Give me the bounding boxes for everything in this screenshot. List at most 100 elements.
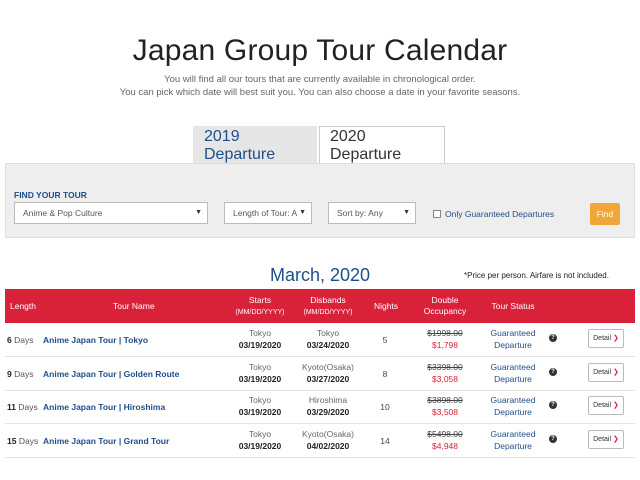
start-date: 03/19/2020 bbox=[238, 340, 282, 350]
sort-select-value: Sort by: Any bbox=[337, 208, 383, 218]
column-nights: Nights bbox=[373, 301, 399, 311]
detail-button[interactable]: Detail ❯ bbox=[588, 329, 624, 348]
start-city: Tokyo bbox=[248, 395, 272, 405]
tour-name-link[interactable]: Anime Japan Tour | Grand Tour bbox=[43, 435, 169, 447]
status-line1: Guaranteed bbox=[490, 328, 536, 338]
category-select-value: Anime & Pop Culture bbox=[23, 208, 103, 218]
chevron-down-icon: ▼ bbox=[403, 209, 410, 216]
intro-text: You will find all our tours that are cur… bbox=[0, 73, 640, 99]
status-line2: Departure bbox=[494, 440, 532, 451]
tour-length-days: 6 bbox=[7, 335, 12, 345]
tour-length: 6 Days bbox=[7, 334, 33, 346]
tour-disband: Hiroshima 03/29/2020 bbox=[295, 394, 361, 418]
tour-length: 15 Days bbox=[7, 435, 38, 447]
sale-price: $3,508 bbox=[432, 407, 458, 417]
tour-disband: Tokyo 03/24/2020 bbox=[295, 327, 361, 351]
tab-2019-departure[interactable]: 2019 Departure bbox=[193, 126, 317, 164]
detail-button[interactable]: Detail ❯ bbox=[588, 362, 624, 382]
column-length: Length bbox=[10, 301, 36, 311]
tour-finder: FIND YOUR TOUR Anime & Pop Culture ▼ Len… bbox=[5, 163, 635, 238]
tour-start: Tokyo 03/19/2020 bbox=[228, 394, 292, 418]
question-icon[interactable]: ? bbox=[549, 434, 557, 443]
guaranteed-checkbox[interactable] bbox=[433, 210, 441, 218]
tour-price: $3898.00 $3,508 bbox=[420, 394, 470, 418]
start-date: 03/19/2020 bbox=[238, 407, 282, 417]
tour-length-unit: Days bbox=[14, 335, 34, 345]
tour-length-unit: Days bbox=[14, 368, 34, 379]
chevron-right-icon: ❯ bbox=[612, 402, 619, 409]
column-starts: Starts (MM/DD/YYYY) bbox=[228, 295, 292, 318]
old-price: $1998.00 bbox=[427, 328, 463, 338]
status-line2: Departure bbox=[494, 373, 532, 384]
column-disbands: Disbands (MM/DD/YYYY) bbox=[295, 295, 361, 318]
status-line1: Guaranteed bbox=[490, 428, 536, 439]
intro-line: You will find all our tours that are cur… bbox=[164, 74, 476, 85]
tour-price: $5498.00 $4,948 bbox=[420, 428, 470, 452]
tour-nights: 14 bbox=[380, 435, 390, 446]
tour-length-unit: Days bbox=[18, 402, 38, 412]
tour-status-link[interactable]: Guaranteed Departure bbox=[483, 327, 543, 351]
page-title: Japan Group Tour Calendar bbox=[132, 34, 508, 67]
tour-nights: 10 bbox=[380, 402, 390, 412]
finder-label: FIND YOUR TOUR bbox=[14, 190, 87, 200]
start-city: Tokyo bbox=[248, 428, 272, 439]
question-icon[interactable]: ? bbox=[549, 367, 557, 376]
status-line1: Guaranteed bbox=[490, 395, 536, 405]
tour-status-link[interactable]: Guaranteed Departure bbox=[483, 428, 543, 452]
column-starts-format: (MM/DD/YYYY) bbox=[235, 309, 285, 316]
tour-price: $3398.00 $3,058 bbox=[420, 361, 470, 385]
chevron-down-icon: ▼ bbox=[195, 209, 202, 216]
length-select[interactable]: Length of Tour: A ▼ bbox=[224, 202, 312, 224]
question-icon[interactable]: ? bbox=[549, 401, 557, 409]
tour-length: 11 Days bbox=[7, 401, 38, 413]
tour-status-link[interactable]: Guaranteed Departure bbox=[483, 361, 543, 385]
old-price: $3398.00 bbox=[427, 361, 463, 372]
tour-name-link[interactable]: Anime Japan Tour | Hiroshima bbox=[43, 401, 165, 413]
tour-start: Tokyo 03/19/2020 bbox=[228, 361, 292, 385]
column-disbands-format: (MM/DD/YYYY) bbox=[303, 309, 353, 316]
tour-nights: 5 bbox=[382, 335, 388, 345]
status-line1: Guaranteed bbox=[490, 361, 536, 372]
end-city: Hiroshima bbox=[308, 395, 348, 405]
tour-price: $1998.00 $1,798 bbox=[420, 327, 470, 351]
sort-select[interactable]: Sort by: Any ▼ bbox=[328, 202, 416, 224]
old-price: $5498.00 bbox=[427, 428, 463, 439]
status-line2: Departure bbox=[494, 407, 532, 417]
chevron-down-icon: ▼ bbox=[299, 209, 306, 216]
detail-button-label: Detail bbox=[593, 435, 612, 443]
tour-length-unit: Days bbox=[18, 435, 39, 446]
length-select-value: Length of Tour: A bbox=[233, 208, 298, 218]
tour-status-link[interactable]: Guaranteed Departure bbox=[483, 394, 543, 418]
question-icon[interactable]: ? bbox=[549, 334, 557, 342]
tour-name-link[interactable]: Anime Japan Tour | Tokyo bbox=[43, 334, 148, 346]
tour-length: 9 Days bbox=[7, 368, 33, 380]
end-date: 03/29/2020 bbox=[306, 407, 350, 417]
sale-price: $3,058 bbox=[432, 373, 458, 384]
start-city: Tokyo bbox=[248, 328, 272, 338]
start-city: Tokyo bbox=[248, 361, 272, 372]
tour-name-link[interactable]: Anime Japan Tour | Golden Route bbox=[43, 368, 179, 380]
sale-price: $4,948 bbox=[432, 440, 458, 451]
detail-button[interactable]: Detail ❯ bbox=[588, 429, 624, 449]
column-double-occupancy: Double Occupancy bbox=[417, 295, 473, 317]
detail-button-label: Detail bbox=[593, 335, 612, 342]
end-city: Kyoto(Osaka) bbox=[302, 361, 354, 372]
find-button[interactable]: Find bbox=[590, 203, 620, 225]
sale-price: $1,798 bbox=[432, 340, 458, 350]
tour-start: Tokyo 03/19/2020 bbox=[228, 428, 292, 452]
guaranteed-checkbox-label[interactable]: Only Guaranteed Departures bbox=[445, 209, 554, 219]
tab-2020-departure[interactable]: 2020 Departure bbox=[319, 126, 445, 164]
category-select[interactable]: Anime & Pop Culture ▼ bbox=[14, 202, 208, 224]
detail-button[interactable]: Detail ❯ bbox=[588, 396, 624, 415]
tour-disband: Kyoto(Osaka) 03/27/2020 bbox=[295, 361, 361, 385]
column-tour-name: Tour Name bbox=[113, 301, 155, 311]
chevron-right-icon: ❯ bbox=[612, 368, 619, 376]
table-header: Length Tour Name Starts (MM/DD/YYYY) Dis… bbox=[5, 289, 635, 323]
old-price: $3898.00 bbox=[427, 395, 463, 405]
table-row: 15 Days Anime Japan Tour | Grand Tour Toky… bbox=[5, 424, 635, 458]
end-date: 03/24/2020 bbox=[306, 340, 350, 350]
table-row: 11 Days Anime Japan Tour | Hiroshima Tokyo… bbox=[5, 390, 635, 424]
tour-start: Tokyo 03/19/2020 bbox=[228, 327, 292, 351]
status-line2: Departure bbox=[494, 340, 532, 350]
tour-length-days: 15 bbox=[7, 435, 17, 446]
